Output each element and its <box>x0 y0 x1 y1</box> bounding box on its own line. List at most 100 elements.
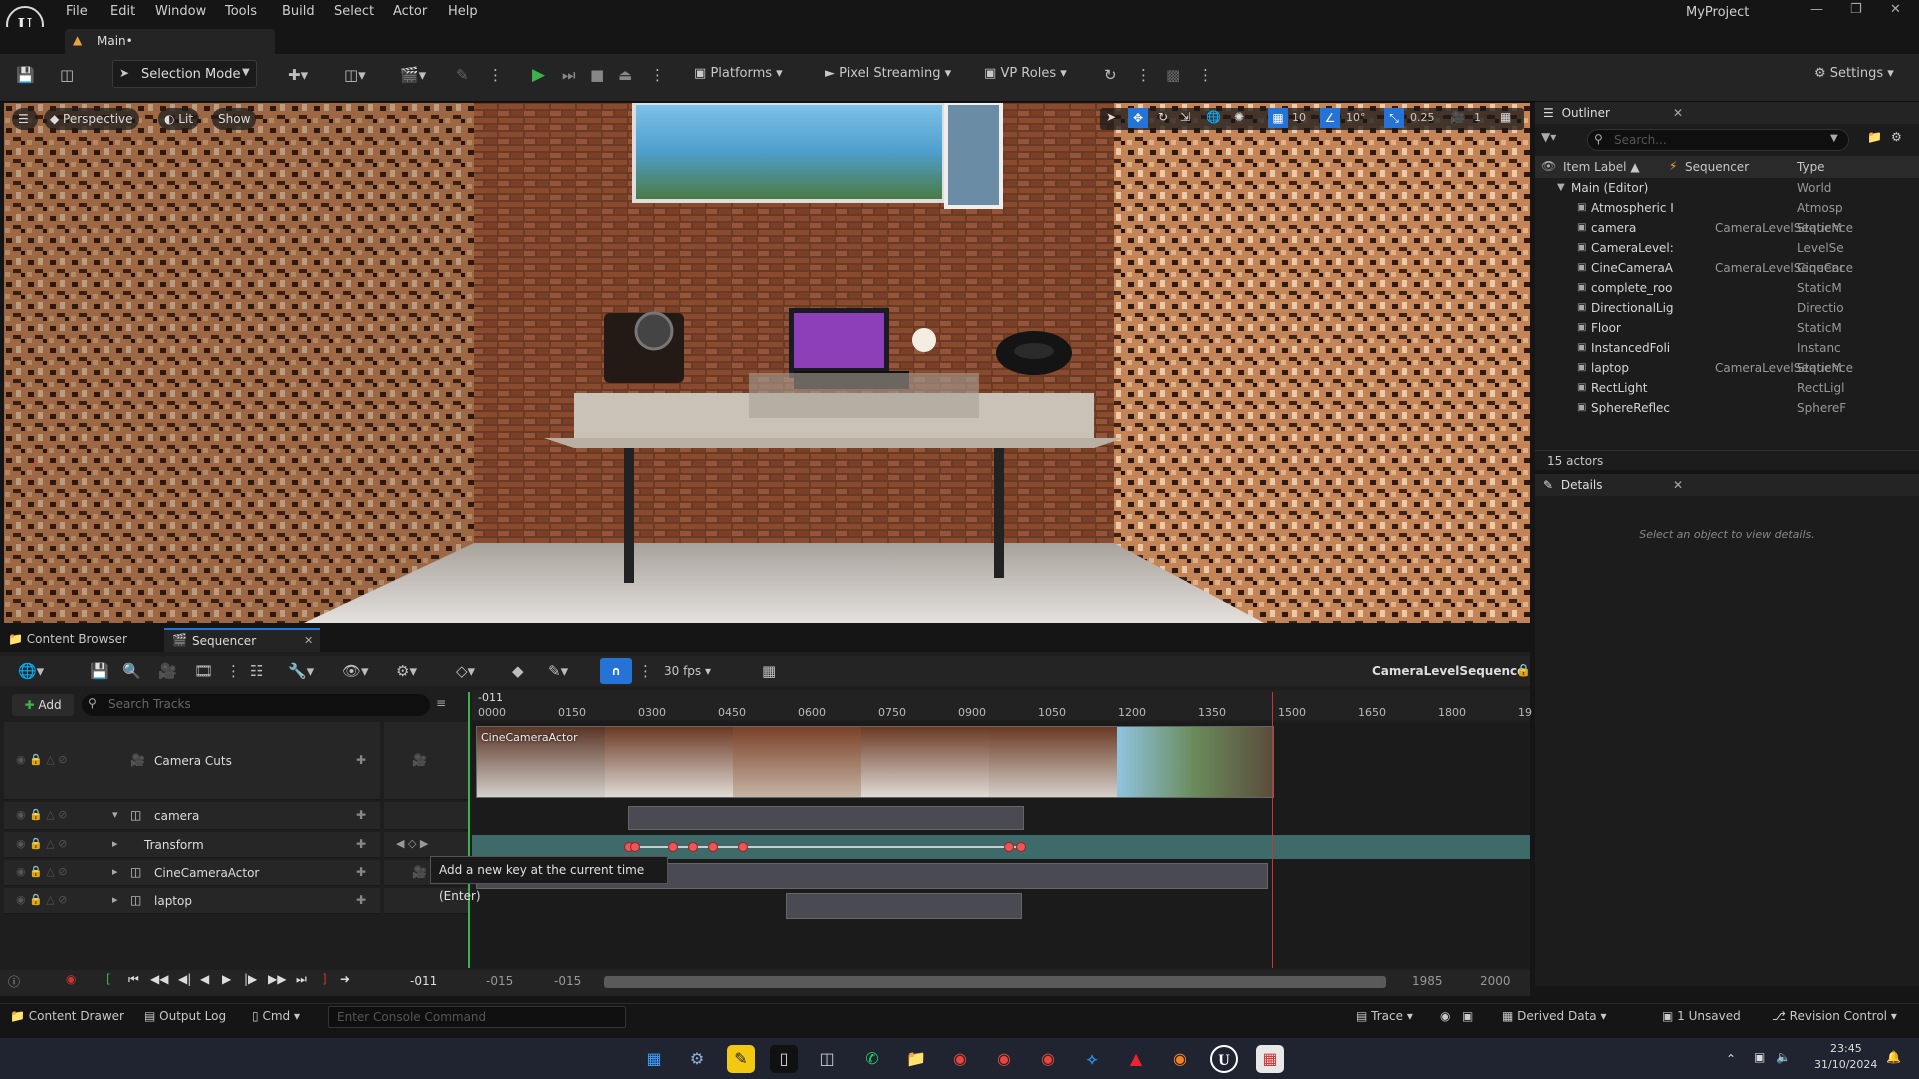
menu-actor[interactable]: Actor <box>393 4 427 19</box>
camera-speed-icon[interactable]: 🎥 <box>1450 110 1465 124</box>
column-sequencer[interactable]: Sequencer <box>1685 160 1749 174</box>
vp-roles-menu[interactable]: ▣ VP Roles ▾ <box>984 66 1067 81</box>
track-key-controls[interactable] <box>384 802 470 830</box>
acrobat-icon[interactable]: ▲ <box>1122 1045 1150 1073</box>
trace-dropdown[interactable]: ▤ Trace ▾ <box>1356 1009 1413 1023</box>
go-end-icon[interactable]: ⏭ <box>296 972 307 987</box>
tab-main-level[interactable]: ▲ Main• <box>65 29 275 54</box>
play-icon[interactable]: ▶ <box>532 65 545 85</box>
unsaved-button[interactable]: ▣ 1 Unsaved <box>1662 1009 1741 1023</box>
expand-arrow-icon[interactable]: ▾ <box>112 808 118 821</box>
prev-key-icon[interactable]: ◀◀ <box>150 972 168 986</box>
show-button[interactable]: Show <box>212 108 257 130</box>
keyframe[interactable] <box>630 842 640 852</box>
track-toggle-icons[interactable]: ◉ 🔒 △ ⊘ <box>16 865 67 878</box>
auto-key-icon[interactable]: ◆ <box>512 662 524 680</box>
curve-editor-icon[interactable]: ▦ <box>762 662 776 680</box>
lit-button[interactable]: ◐ Lit <box>158 108 200 130</box>
step-icon[interactable]: ⏭ <box>562 66 576 84</box>
end-marker[interactable] <box>1272 692 1273 968</box>
track-row[interactable]: ◉ 🔒 △ ⊘ ▸ ◫ CineCameraActor ✚ <box>4 860 380 886</box>
add-subtrack-icon[interactable]: ✚ <box>356 893 366 907</box>
camera-speed-value[interactable]: 1 <box>1474 111 1481 124</box>
speaker-icon[interactable]: 🔈 <box>1776 1050 1791 1064</box>
world-space-icon[interactable]: 🌐 <box>1206 110 1221 124</box>
scale-snap-icon[interactable]: ⤡ <box>1384 108 1404 128</box>
track-filter-icon[interactable]: ≡ <box>436 696 446 710</box>
add-subtrack-icon[interactable]: ✚ <box>356 808 366 822</box>
loop-icon[interactable]: ➜ <box>340 972 350 986</box>
tab-content-browser[interactable]: 📁 Content Browser <box>8 632 127 646</box>
revision-control-dropdown[interactable]: ⎇ Revision Control ▾ <box>1772 1009 1897 1023</box>
close-sequencer-icon[interactable]: ✕ <box>304 634 313 647</box>
film-icon[interactable]: 🎞 <box>194 662 213 680</box>
keyframe[interactable] <box>668 842 678 852</box>
add-subtrack-icon[interactable]: ✚ <box>356 837 366 851</box>
range-start-a[interactable]: -015 <box>486 974 513 988</box>
screenshot-icon[interactable]: ▣ <box>1462 1009 1473 1023</box>
layout-icon[interactable]: ▩ <box>1166 66 1180 84</box>
scale-tool-icon[interactable]: ⇲ <box>1180 110 1190 124</box>
track-row[interactable]: ◉ 🔒 △ ⊘ ▸ Transform ✚ <box>4 832 380 858</box>
save-icon[interactable]: 💾 <box>16 66 35 84</box>
lock-icon[interactable]: 🔒 <box>1516 663 1531 677</box>
chevron-up-icon[interactable]: ⌃ <box>1726 1052 1736 1066</box>
keyframe[interactable] <box>1016 842 1026 852</box>
column-item-label[interactable]: Item Label ▲ <box>1563 160 1640 174</box>
level-viewport[interactable]: ⤴ <box>4 103 1530 623</box>
windows-start-icon[interactable]: ▦ <box>640 1045 668 1073</box>
add-folder-icon[interactable]: 📁 <box>1867 130 1882 144</box>
tab-sequencer[interactable]: 🎬 Sequencer ✕ <box>164 628 320 652</box>
outliner-row[interactable]: ▣ complete_roo StaticM <box>1535 278 1919 298</box>
expand-arrow-icon[interactable]: ▸ <box>112 837 118 850</box>
grid-snap-icon[interactable]: ▦ <box>1268 108 1288 128</box>
app-icon[interactable]: ▦ <box>1256 1045 1284 1073</box>
menu-tools[interactable]: Tools <box>225 4 257 19</box>
close-window-icon[interactable]: ✕ <box>1890 2 1901 17</box>
add-subtrack-icon[interactable]: ✚ <box>356 865 366 879</box>
world-icon[interactable]: 🌐▾ <box>18 662 44 680</box>
set-start-icon[interactable]: [ <box>106 972 111 986</box>
expand-arrow-icon[interactable]: ▸ <box>112 865 118 878</box>
outliner-row[interactable]: ▣ Floor StaticM <box>1535 318 1919 338</box>
unreal-taskbar-icon[interactable]: U <box>1210 1045 1238 1073</box>
notification-icon[interactable]: 🔔 <box>1886 1050 1901 1064</box>
rotation-snap-icon[interactable]: ∠ <box>1320 108 1340 128</box>
derived-data-dropdown[interactable]: ▦ Derived Data ▾ <box>1502 1009 1606 1023</box>
menu-build[interactable]: Build <box>282 4 315 19</box>
vscode-icon[interactable]: ⟡ <box>1078 1045 1106 1073</box>
settings-menu[interactable]: ⚙ Settings ▾ <box>1814 66 1894 81</box>
file-explorer-icon[interactable]: 📁 <box>902 1045 930 1073</box>
prev-frame-icon[interactable]: ◀| <box>178 972 191 986</box>
blueprint-icon[interactable]: ◫▾ <box>344 66 366 84</box>
settings-app-icon[interactable]: ⚙ <box>683 1045 711 1073</box>
track-key-controls[interactable]: 🎥 <box>384 722 470 800</box>
restore-icon[interactable]: ❐ <box>1850 2 1862 17</box>
go-start-icon[interactable]: ⏮ <box>128 972 139 987</box>
wrench-icon[interactable]: 🔧▾ <box>288 662 314 680</box>
camera-lock-icon[interactable]: 🎥 <box>412 753 427 767</box>
track-toggle-icons[interactable]: ◉ 🔒 △ ⊘ <box>16 837 67 850</box>
chrome-profile-icon[interactable]: ◉ <box>990 1045 1018 1073</box>
camera-section[interactable] <box>628 806 1024 830</box>
play-reverse-icon[interactable]: ◀ <box>200 972 209 986</box>
keyframe[interactable] <box>1004 842 1014 852</box>
fps-dropdown[interactable]: 30 fps ▾ <box>664 664 711 678</box>
outliner-settings-icon[interactable]: ⚙ <box>1891 130 1902 144</box>
chrome-profile-2-icon[interactable]: ◉ <box>1034 1045 1062 1073</box>
output-log-button[interactable]: ▤ Output Log <box>144 1009 226 1023</box>
track-toggle-icons[interactable]: ◉ 🔒 △ ⊘ <box>16 893 67 906</box>
track-row[interactable]: ◉ 🔒 △ ⊘ ▾ ◫ camera ✚ <box>4 802 380 830</box>
range-start-b[interactable]: -015 <box>554 974 581 988</box>
snap-more-icon[interactable]: ⋮ <box>638 662 653 680</box>
menu-window[interactable]: Window <box>155 4 206 19</box>
console-input[interactable]: Enter Console Command <box>328 1006 626 1028</box>
view-icon[interactable]: 👁▾ <box>342 662 369 680</box>
record-trace-icon[interactable]: ◉ <box>1440 1009 1450 1023</box>
add-subtrack-icon[interactable]: ✚ <box>356 753 366 767</box>
eye-icon[interactable]: 👁 <box>1541 159 1556 173</box>
play-forward-icon[interactable]: ▶ <box>222 972 231 986</box>
find-icon[interactable]: 🔍 <box>122 662 141 680</box>
snap-magnet-icon[interactable]: ∩ <box>600 658 632 684</box>
minimize-icon[interactable]: — <box>1810 2 1823 17</box>
